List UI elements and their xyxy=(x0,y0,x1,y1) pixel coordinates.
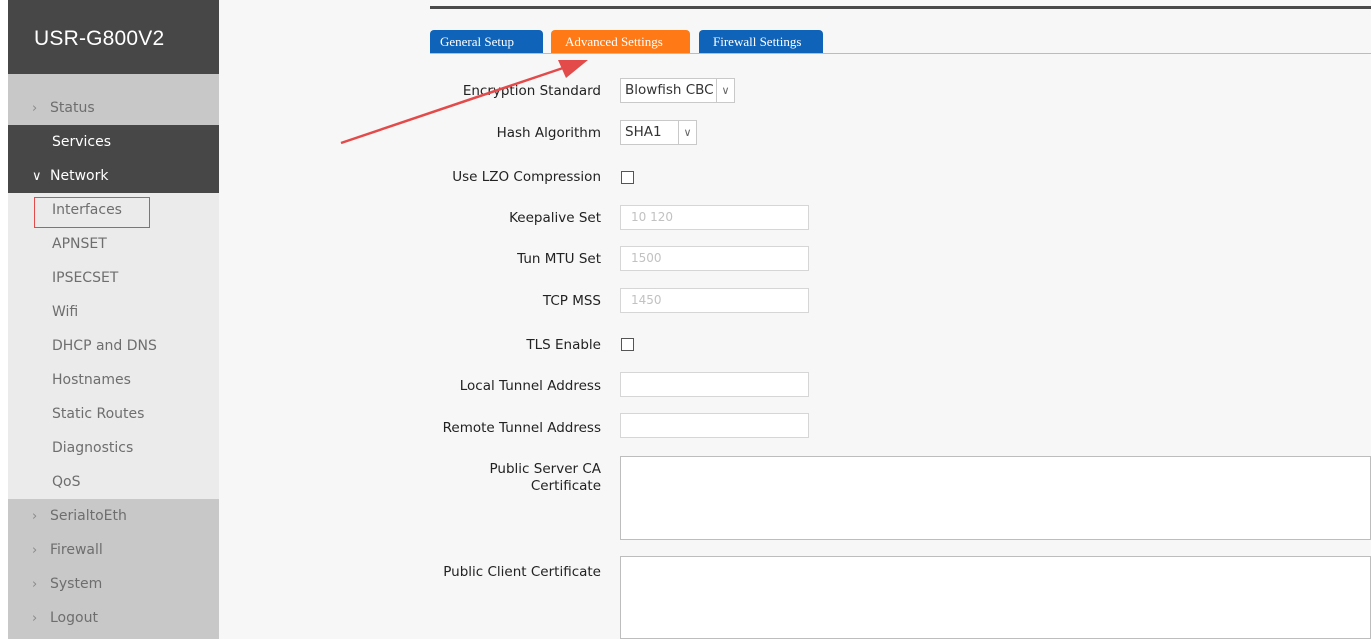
tab-advanced-settings[interactable]: Advanced Settings xyxy=(551,30,690,54)
encryption-label: Encryption Standard xyxy=(462,83,601,99)
sidebar-item-label: DHCP and DNS xyxy=(52,338,157,354)
sidebar-item-status[interactable]: › Status xyxy=(8,91,219,125)
remote-tunnel-input[interactable] xyxy=(620,413,809,438)
sidebar-item-label: Diagnostics xyxy=(52,440,134,456)
chevron-right-icon: › xyxy=(32,577,38,592)
encryption-value: Blowfish CBC xyxy=(625,82,714,98)
sidebar-item-label: Hostnames xyxy=(52,372,131,388)
tls-label: TLS Enable xyxy=(526,337,601,353)
hash-label: Hash Algorithm xyxy=(496,125,601,141)
sidebar-item-label: QoS xyxy=(52,474,81,490)
sidebar-item-apnset[interactable]: APNSET xyxy=(8,227,219,261)
router-admin-page: USR-G800V2 › Status Services ∨ Network Int… xyxy=(0,0,1371,639)
sidebar-item-ipsecset[interactable]: IPSECSET xyxy=(8,261,219,295)
sidebar-item-label: Services xyxy=(52,134,112,150)
sidebar-item-label: APNSET xyxy=(52,236,107,252)
brand-title: USR-G800V2 xyxy=(8,0,219,74)
tab-firewall-settings[interactable]: Firewall Settings xyxy=(699,30,823,54)
sidebar-item-network[interactable]: ∨ Network xyxy=(8,159,219,193)
main-content: General Setup Advanced Settings Firewall… xyxy=(219,0,1371,639)
sidebar-item-label: Status xyxy=(50,100,95,116)
sidebar-item-label: Logout xyxy=(50,610,98,626)
sidebar-item-services[interactable]: Services xyxy=(8,125,219,159)
sidebar-item-dhcp-dns[interactable]: DHCP and DNS xyxy=(8,329,219,363)
sidebar-item-label: Network xyxy=(50,168,109,184)
chevron-right-icon: › xyxy=(32,101,38,116)
lzo-checkbox[interactable] xyxy=(621,171,634,184)
chevron-right-icon: › xyxy=(32,611,38,626)
sidebar-item-label: System xyxy=(50,576,103,592)
client-cert-label: Public Client Certificate xyxy=(443,564,601,580)
sidebar-item-diagnostics[interactable]: Diagnostics xyxy=(8,431,219,465)
sidebar-item-hostnames[interactable]: Hostnames xyxy=(8,363,219,397)
keepalive-input[interactable]: 10 120 xyxy=(620,205,809,230)
tls-checkbox[interactable] xyxy=(621,338,634,351)
sidebar: USR-G800V2 › Status Services ∨ Network Int… xyxy=(8,0,219,639)
sidebar-item-label: Interfaces xyxy=(52,202,122,218)
sidebar-item-label: Static Routes xyxy=(52,406,145,422)
encryption-select[interactable]: Blowfish CBC ∨ xyxy=(620,78,735,103)
chevron-right-icon: › xyxy=(32,509,38,524)
sidebar-item-label: SerialtoEth xyxy=(50,508,127,524)
keepalive-label: Keepalive Set xyxy=(509,210,601,226)
sidebar-item-firewall[interactable]: › Firewall xyxy=(8,533,219,567)
network-submenu: Interfaces APNSET IPSECSET Wifi DHCP and… xyxy=(8,193,219,499)
top-divider-bar xyxy=(430,6,1371,9)
sidebar-item-logout[interactable]: › Logout xyxy=(8,601,219,635)
sidebar-item-interfaces[interactable]: Interfaces xyxy=(8,193,219,228)
tcpmss-label: TCP MSS xyxy=(542,293,601,309)
tab-general-setup[interactable]: General Setup xyxy=(430,30,543,54)
sidebar-item-label: IPSECSET xyxy=(52,270,119,286)
client-cert-textarea[interactable] xyxy=(620,556,1371,639)
server-ca-label: Public Server CA Certificate xyxy=(489,461,601,494)
local-tunnel-label: Local Tunnel Address xyxy=(459,378,601,394)
server-ca-textarea[interactable] xyxy=(620,456,1371,540)
sidebar-item-label: Firewall xyxy=(50,542,103,558)
remote-tunnel-label: Remote Tunnel Address xyxy=(442,420,601,436)
tab-underline xyxy=(430,53,1371,54)
sidebar-item-label: Wifi xyxy=(52,304,79,320)
sidebar-item-wifi[interactable]: Wifi xyxy=(8,295,219,329)
chevron-down-icon: ∨ xyxy=(678,121,696,144)
chevron-down-icon: ∨ xyxy=(716,79,734,102)
sidebar-item-system[interactable]: › System xyxy=(8,567,219,601)
hash-select[interactable]: SHA1 ∨ xyxy=(620,120,697,145)
tunmtu-label: Tun MTU Set xyxy=(517,251,601,267)
chevron-right-icon: › xyxy=(32,543,38,558)
sidebar-item-serialtoeth[interactable]: › SerialtoEth xyxy=(8,499,219,533)
chevron-down-icon: ∨ xyxy=(32,169,42,184)
lzo-label: Use LZO Compression xyxy=(452,169,601,185)
hash-value: SHA1 xyxy=(625,124,662,140)
tunmtu-input[interactable]: 1500 xyxy=(620,246,809,271)
tcpmss-input[interactable]: 1450 xyxy=(620,288,809,313)
sidebar-item-static-routes[interactable]: Static Routes xyxy=(8,397,219,431)
local-tunnel-input[interactable] xyxy=(620,372,809,397)
sidebar-item-qos[interactable]: QoS xyxy=(8,465,219,499)
